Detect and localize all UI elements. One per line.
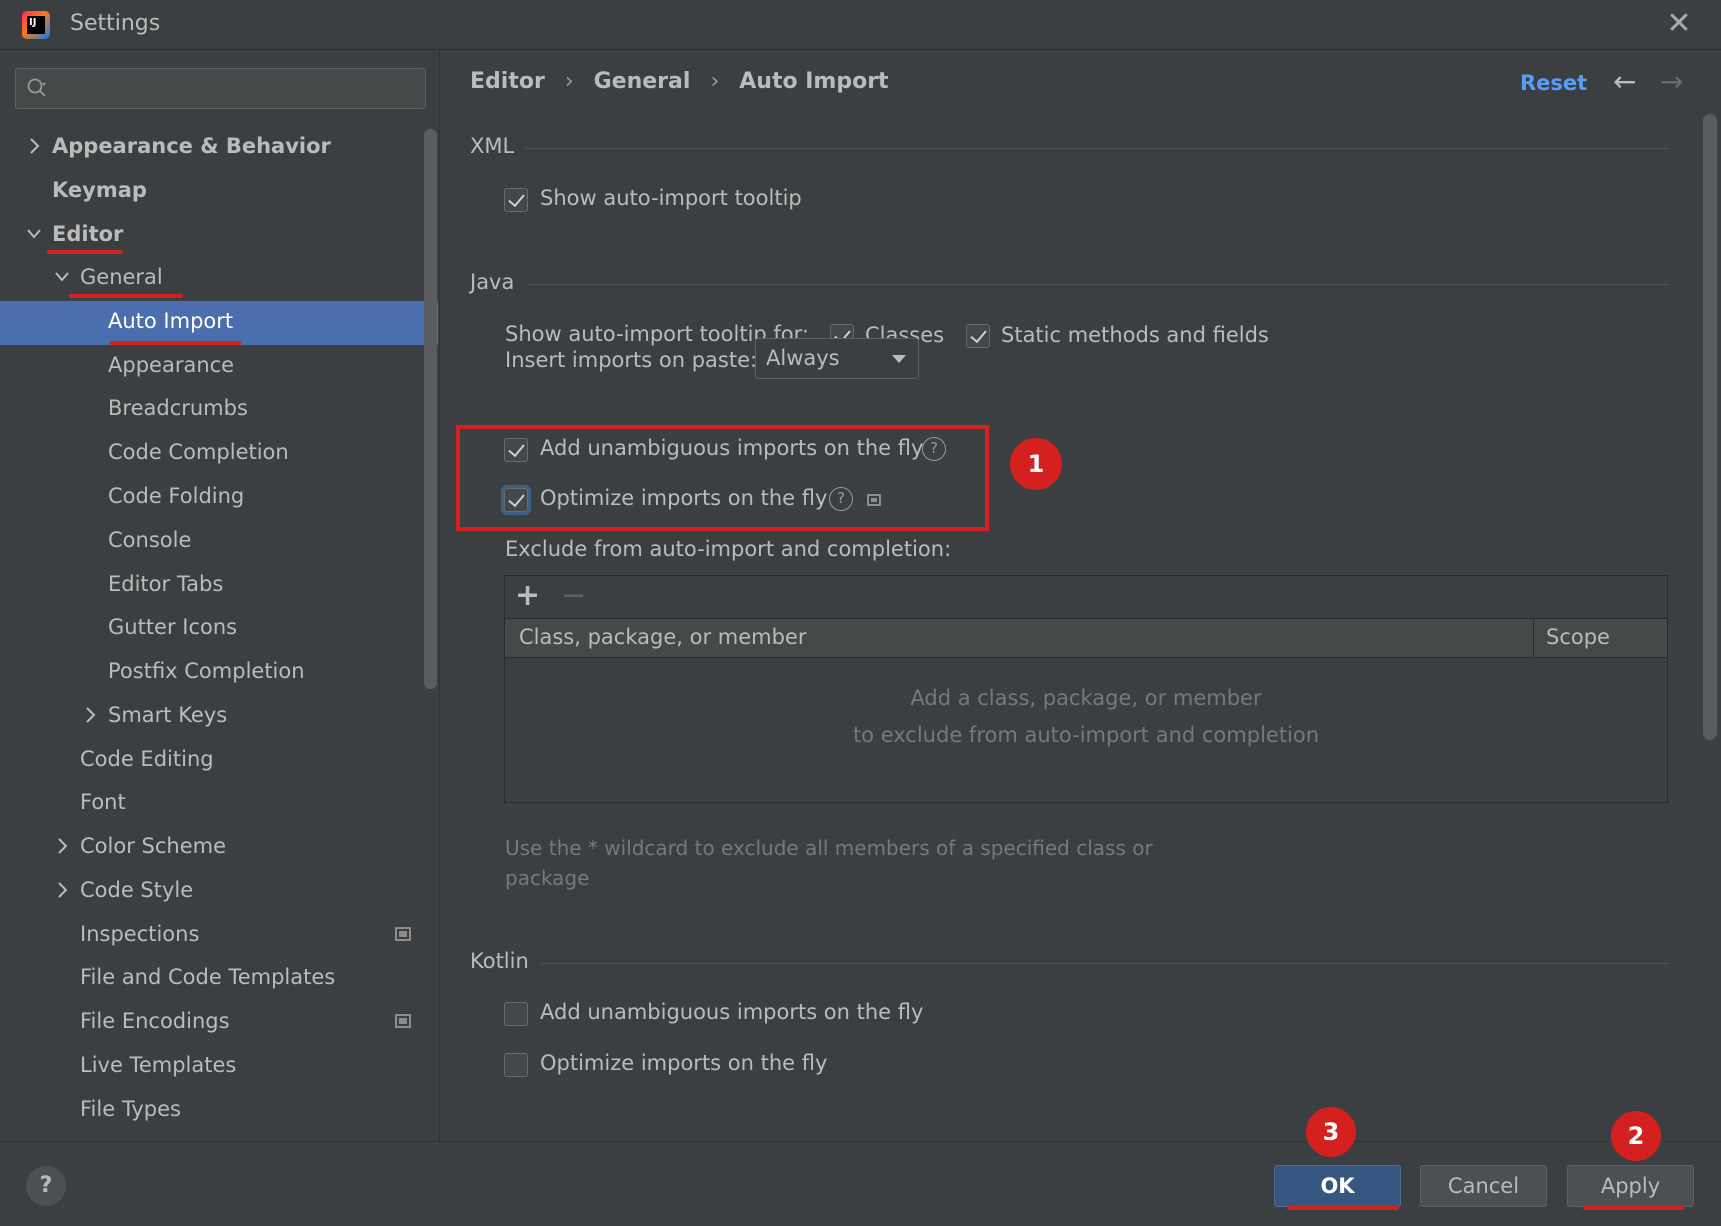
sidebar-item-smart-keys[interactable]: Smart Keys [108,695,227,735]
annotation-underline-apply [1583,1206,1684,1210]
help-button[interactable]: ? [26,1166,66,1206]
kotlin-add-unambiguous-label: Add unambiguous imports on the fly [540,1000,924,1024]
section-title-kotlin: Kotlin [470,949,529,973]
sidebar-item-editor[interactable]: Editor [52,214,123,254]
intellij-logo-icon: IJ [22,11,50,39]
java-static-members-checkbox[interactable] [966,324,990,348]
kotlin-optimize-checkbox[interactable] [504,1053,528,1077]
xml-show-tooltip-checkbox[interactable] [504,188,528,212]
breadcrumb-separator-icon: › [710,69,720,94]
section-title-java: Java [470,270,515,294]
window-title: Settings [70,11,161,36]
column-header-class[interactable]: Class, package, or member [519,625,806,649]
breadcrumb-auto-import: Auto Import [739,69,889,94]
insert-on-paste-value: Always [766,346,840,370]
xml-show-tooltip-label: Show auto-import tooltip [540,186,802,210]
forward-arrow-icon[interactable]: → [1660,65,1683,98]
annotation-underline-general [69,294,183,298]
kotlin-optimize-label: Optimize imports on the fly [540,1051,828,1075]
chevron-right-icon[interactable] [54,826,70,866]
chevron-down-icon[interactable] [54,257,70,297]
breadcrumb: Editor › General › Auto Import [470,69,889,94]
sidebar-item-gutter-icons[interactable]: Gutter Icons [108,607,237,647]
settings-content: Editor › General › Auto Import Reset ← → XML… [441,51,1721,1141]
dialog-footer: ? OK Cancel Apply [0,1141,1721,1226]
section-divider [527,284,1668,285]
insert-on-paste-dropdown[interactable]: Always [755,338,919,379]
annotation-marker-1: 1 [1010,438,1062,490]
table-empty-text-line1: Add a class, package, or member [910,686,1262,710]
section-title-xml: XML [470,134,515,158]
chevron-right-icon[interactable] [82,695,98,735]
annotation-underline-editor [47,250,123,254]
sidebar-item-console[interactable]: Console [108,520,191,560]
annotation-marker-2: 2 [1611,1111,1661,1161]
sidebar-item-postfix-completion[interactable]: Postfix Completion [108,651,305,691]
settings-sidebar: Appearance & Behavior Keymap Editor General… [0,51,440,1141]
insert-on-paste-label: Insert imports on paste: [505,348,758,372]
project-settings-icon [395,927,411,941]
sidebar-item-appearance[interactable]: Appearance [108,345,234,385]
title-bar: IJ Settings ✕ [0,0,1721,50]
sidebar-item-file-types[interactable]: File Types [80,1089,181,1129]
chevron-down-icon [892,355,906,363]
sidebar-item-file-and-code-templates[interactable]: File and Code Templates [80,957,335,997]
sidebar-item-code-folding[interactable]: Code Folding [108,476,244,516]
project-settings-icon [395,1014,411,1028]
sidebar-item-file-encodings[interactable]: File Encodings [80,1001,230,1041]
sidebar-item-general[interactable]: General [80,257,163,297]
search-input[interactable] [15,68,426,109]
annotation-highlight-box [456,425,989,531]
apply-button[interactable]: Apply [1567,1165,1694,1207]
sidebar-item-code-completion[interactable]: Code Completion [108,432,289,472]
remove-icon[interactable]: − [561,578,586,613]
sidebar-item-appearance-behavior[interactable]: Appearance & Behavior [52,126,331,166]
back-arrow-icon[interactable]: ← [1613,65,1636,98]
section-divider [542,963,1668,964]
table-empty-text-line2: to exclude from auto-import and completi… [852,723,1320,747]
exclude-table: + − Class, package, or member Scope Add … [504,575,1668,803]
sidebar-item-code-style[interactable]: Code Style [80,870,193,910]
sidebar-item-inspections[interactable]: Inspections [80,914,199,954]
sidebar-item-editor-tabs[interactable]: Editor Tabs [108,564,223,604]
ok-button[interactable]: OK [1274,1165,1401,1207]
close-icon[interactable]: ✕ [1664,9,1694,40]
column-header-scope[interactable]: Scope [1546,625,1610,649]
chevron-down-icon[interactable] [26,214,42,254]
exclude-label: Exclude from auto-import and completion: [505,537,952,561]
sidebar-scrollbar[interactable] [424,129,437,689]
sidebar-item-live-templates[interactable]: Live Templates [80,1045,236,1085]
table-toolbar: + − [505,576,1667,618]
breadcrumb-separator-icon: › [564,69,574,94]
cancel-button[interactable]: Cancel [1420,1165,1547,1207]
chevron-right-icon[interactable] [26,126,42,166]
sidebar-item-auto-import[interactable]: Auto Import [108,301,233,341]
breadcrumb-editor[interactable]: Editor [470,69,545,94]
search-icon [27,78,46,97]
sidebar-item-code-editing[interactable]: Code Editing [80,739,214,779]
table-header: Class, package, or member Scope [505,618,1667,659]
wildcard-hint: Use the * wildcard to exclude all member… [505,836,1153,890]
sidebar-item-font[interactable]: Font [80,782,126,822]
breadcrumb-general[interactable]: General [594,69,691,94]
sidebar-item-color-scheme[interactable]: Color Scheme [80,826,226,866]
column-divider [1533,619,1534,659]
kotlin-add-unambiguous-checkbox[interactable] [504,1002,528,1026]
sidebar-item-keymap[interactable]: Keymap [52,170,147,210]
sidebar-item-breadcrumbs[interactable]: Breadcrumbs [108,388,248,428]
chevron-right-icon[interactable] [54,870,70,910]
annotation-underline-auto-import [110,341,241,345]
content-scrollbar[interactable] [1703,114,1717,740]
reset-link[interactable]: Reset [1520,71,1587,95]
java-static-members-label: Static methods and fields [1001,323,1269,347]
annotation-underline-ok [1287,1206,1399,1210]
add-icon[interactable]: + [515,578,540,613]
section-divider [525,148,1668,149]
annotation-marker-3: 3 [1306,1107,1356,1157]
